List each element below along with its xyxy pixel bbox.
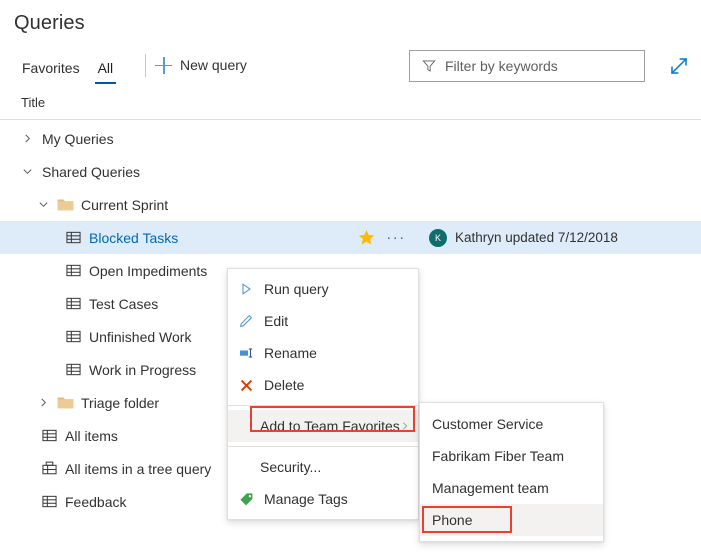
tab-list: Favorites All: [13, 47, 122, 88]
tree-row-blocked-tasks[interactable]: Blocked Tasks ··· K Kathryn updated 7/12…: [0, 221, 701, 254]
chevron-right-icon[interactable]: [38, 397, 49, 408]
submenu-item-label: Customer Service: [432, 416, 543, 432]
menu-item-label: Add to Team Favorites: [260, 418, 400, 434]
submenu-item-label: Management team: [432, 480, 549, 496]
new-query-label: New query: [180, 57, 247, 73]
grid-icon: [66, 329, 81, 344]
menu-item-label: Edit: [264, 313, 288, 329]
star-filled-icon[interactable]: [358, 229, 375, 246]
tree-row-label: My Queries: [42, 131, 114, 147]
submenu-item-customer-service[interactable]: Customer Service: [420, 408, 603, 440]
menu-item-label: Security...: [260, 459, 321, 475]
column-header-row: Title: [0, 88, 701, 120]
tree-row-label: Open Impediments: [89, 263, 207, 279]
chevron-right-icon: [400, 421, 410, 431]
column-header-title: Title: [21, 95, 45, 110]
menu-item-rename[interactable]: Rename: [228, 337, 418, 369]
tree-row-label: All items: [65, 428, 118, 444]
avatar-initial: K: [435, 233, 441, 243]
funnel-icon: [422, 59, 436, 73]
filter-box[interactable]: [409, 50, 645, 82]
more-actions-icon[interactable]: ···: [385, 228, 407, 248]
tree-row-my-queries[interactable]: My Queries: [0, 122, 701, 155]
avatar[interactable]: K: [429, 229, 447, 247]
tab-all[interactable]: All: [89, 47, 123, 84]
menu-item-edit[interactable]: Edit: [228, 305, 418, 337]
menu-item-security[interactable]: Security...: [228, 451, 418, 483]
search-input[interactable]: [445, 58, 636, 74]
submenu-item-fabrikam-fiber-team[interactable]: Fabrikam Fiber Team: [420, 440, 603, 472]
updated-by-text: Kathryn updated 7/12/2018: [455, 230, 618, 245]
grid-icon: [66, 362, 81, 377]
close-x-icon: [238, 377, 254, 393]
folder-icon: [57, 198, 74, 212]
chevron-down-icon[interactable]: [38, 199, 49, 210]
tree-row-label: Work in Progress: [89, 362, 196, 378]
grid-icon: [66, 263, 81, 278]
submenu-item-phone[interactable]: Phone: [420, 504, 603, 536]
tree-row-label: Unfinished Work: [89, 329, 191, 345]
submenu-item-management-team[interactable]: Management team: [420, 472, 603, 504]
expand-icon[interactable]: [665, 52, 693, 80]
tab-all-label: All: [98, 60, 114, 76]
grid-icon: [42, 428, 57, 443]
row-meta-cluster: ··· K Kathryn updated 7/12/2018: [358, 221, 618, 254]
chevron-down-icon[interactable]: [22, 166, 33, 177]
chevron-right-icon[interactable]: [22, 133, 33, 144]
grid-icon: [66, 296, 81, 311]
page-title: Queries: [14, 12, 85, 35]
submenu-item-label: Fabrikam Fiber Team: [432, 448, 564, 464]
tab-favorites[interactable]: Favorites: [13, 47, 89, 84]
tree-row-label: Feedback: [65, 494, 126, 510]
menu-item-label: Run query: [264, 281, 329, 297]
tree-row-label: All items in a tree query: [65, 461, 211, 477]
tag-icon: [238, 491, 254, 507]
menu-separator: [228, 446, 418, 447]
menu-separator: [228, 405, 418, 406]
context-menu: Run query Edit Rename Delete: [227, 268, 419, 520]
tree-row-label: Shared Queries: [42, 164, 140, 180]
tree-row-label: Current Sprint: [81, 197, 168, 213]
tab-favorites-label: Favorites: [22, 60, 80, 76]
menu-item-label: Rename: [264, 345, 317, 361]
menu-item-manage-tags[interactable]: Manage Tags: [228, 483, 418, 515]
tree-row-shared-queries[interactable]: Shared Queries: [0, 155, 701, 188]
new-query-button[interactable]: New query: [155, 52, 247, 78]
menu-item-run-query[interactable]: Run query: [228, 273, 418, 305]
pencil-icon: [238, 313, 254, 329]
tree-row-label: Triage folder: [81, 395, 159, 411]
tree-row-label: Test Cases: [89, 296, 158, 312]
tree-row-label: Blocked Tasks: [89, 230, 178, 246]
tree-query-icon: [42, 461, 57, 476]
menu-item-add-to-team-favorites[interactable]: Add to Team Favorites: [228, 410, 418, 442]
menu-item-delete[interactable]: Delete: [228, 369, 418, 401]
folder-icon: [57, 396, 74, 410]
menu-item-label: Delete: [264, 377, 304, 393]
toolbar-divider: [145, 54, 146, 77]
team-favorites-submenu: Customer Service Fabrikam Fiber Team Man…: [419, 402, 604, 542]
play-icon: [238, 281, 254, 297]
menu-item-label: Manage Tags: [264, 491, 348, 507]
submenu-item-label: Phone: [432, 512, 472, 528]
plus-icon: [155, 57, 172, 74]
grid-icon: [42, 494, 57, 509]
grid-icon: [66, 230, 81, 245]
rename-icon: [238, 345, 254, 361]
tree-row-current-sprint[interactable]: Current Sprint: [0, 188, 701, 221]
